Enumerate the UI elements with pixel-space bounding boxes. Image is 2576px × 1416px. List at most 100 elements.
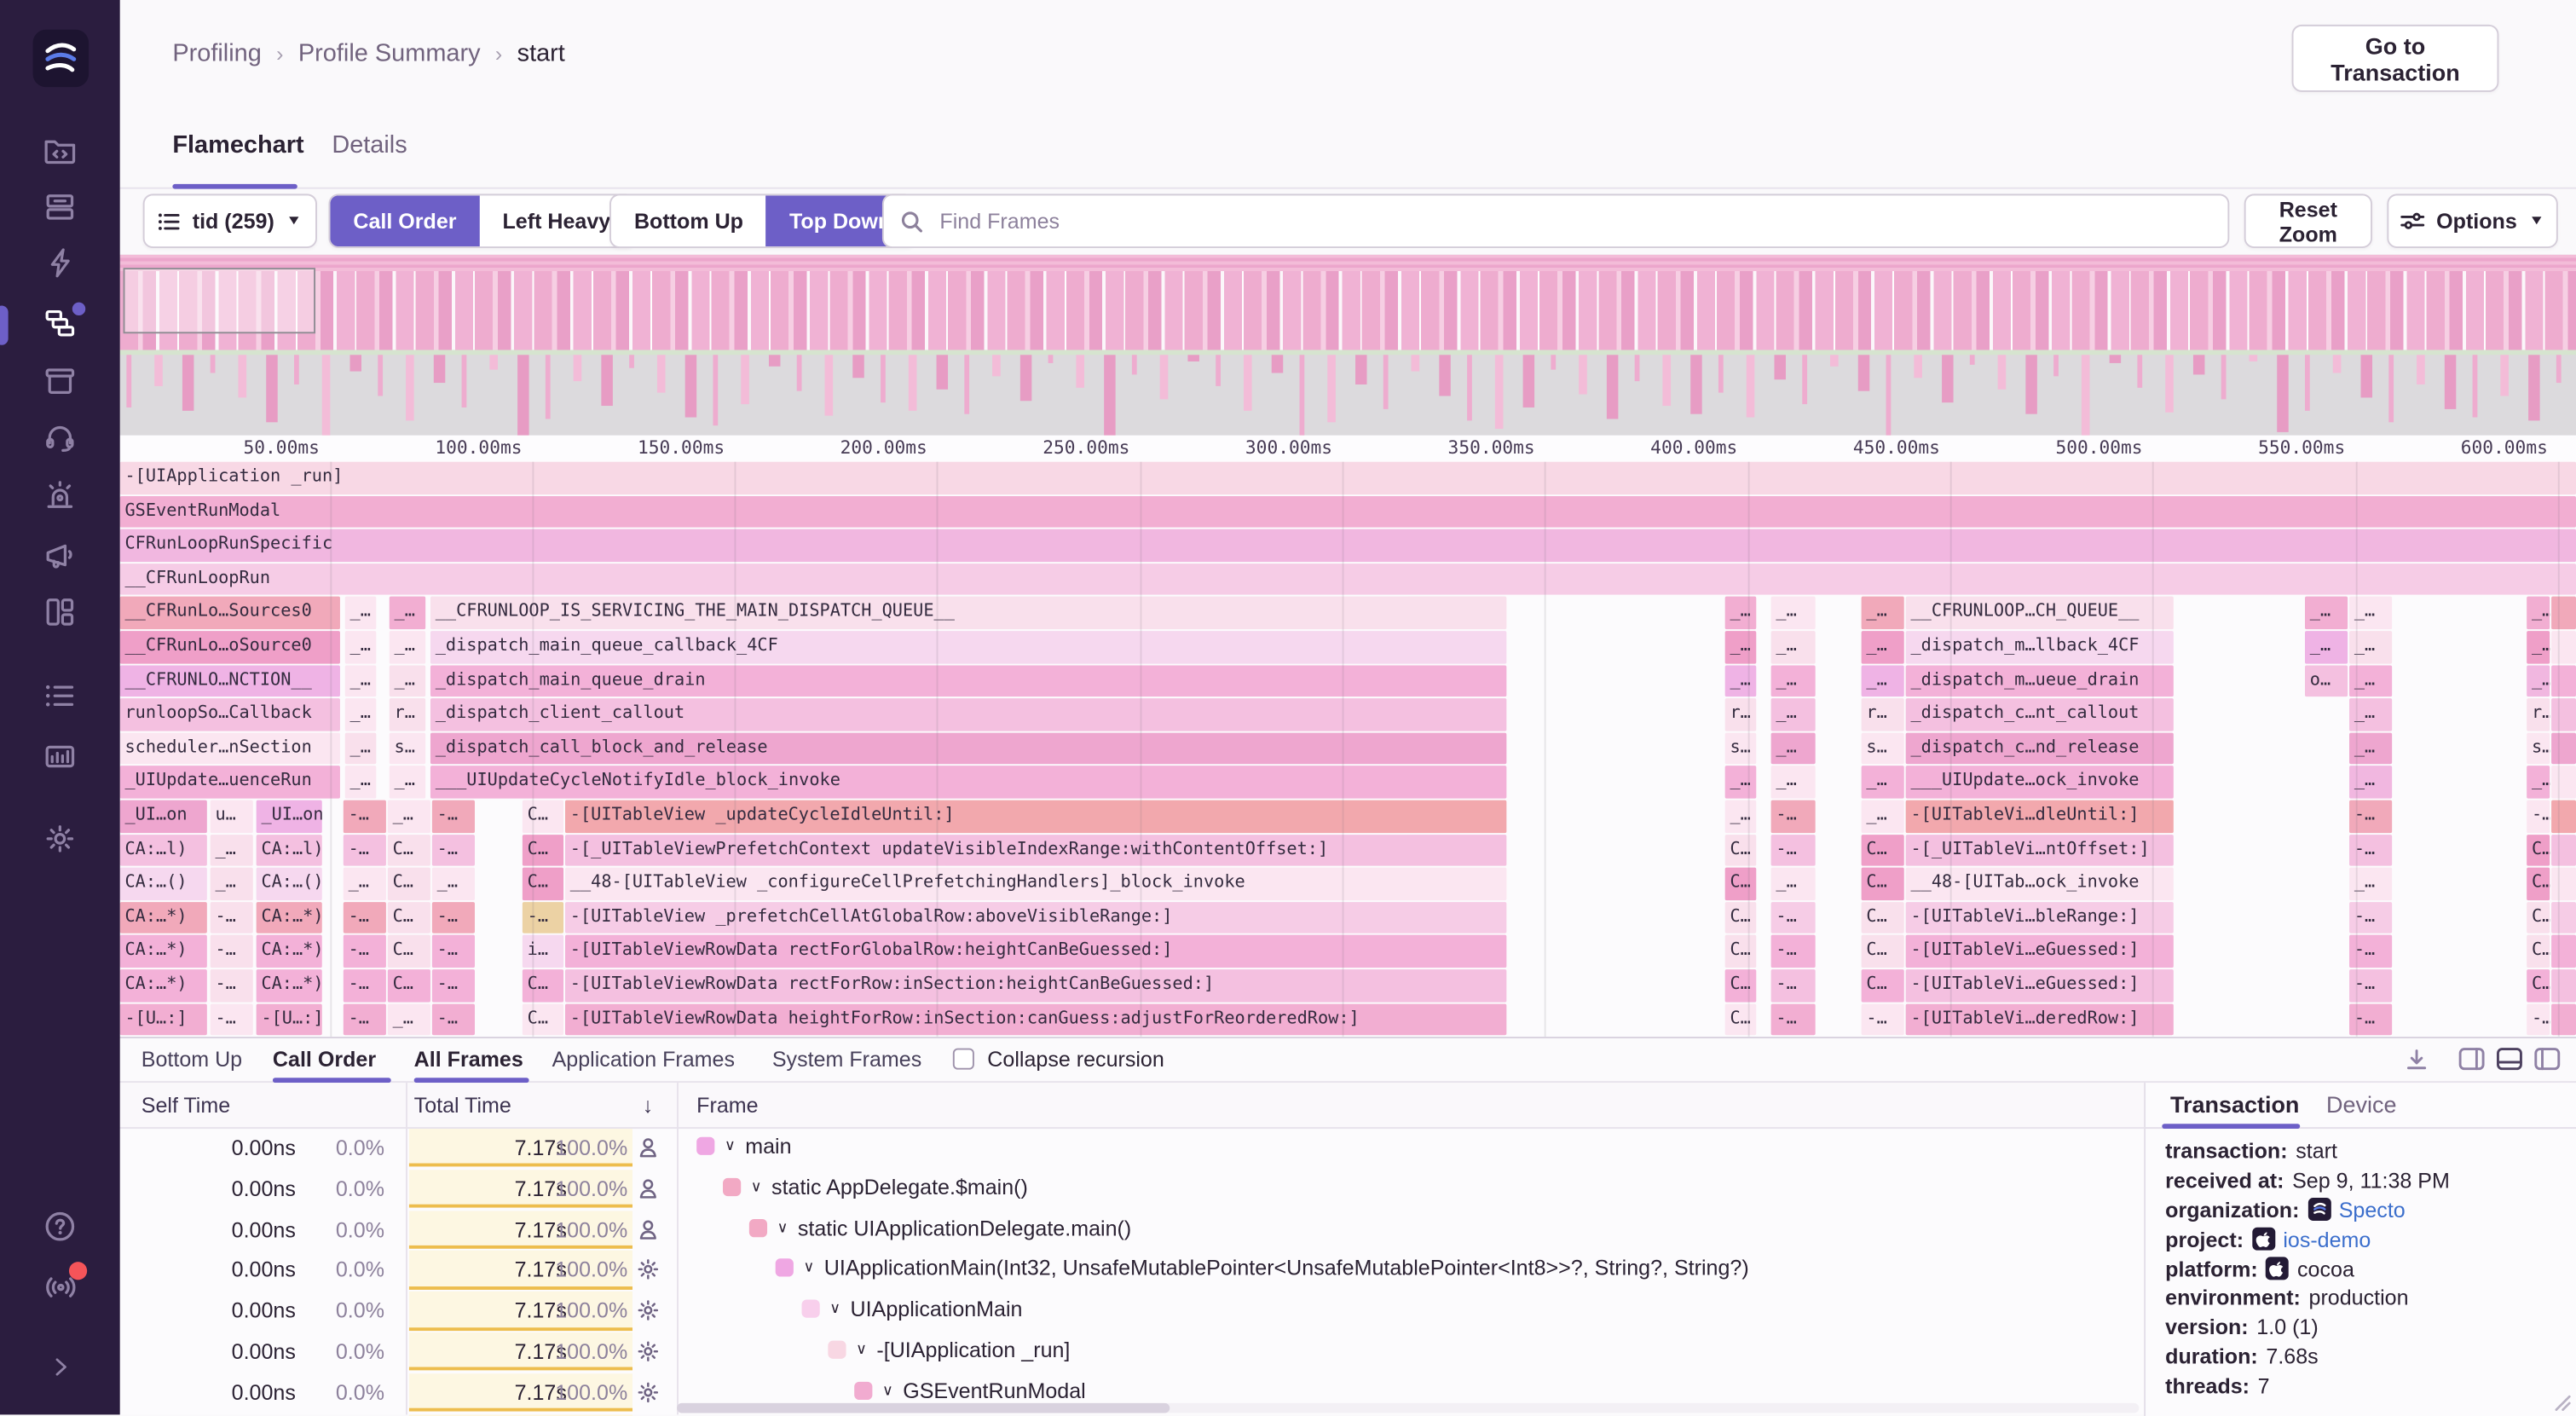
flame-frame[interactable]: -…	[344, 969, 386, 1002]
flame-frame[interactable]	[2551, 665, 2576, 697]
layout-left-button[interactable]	[2533, 1047, 2562, 1080]
flame-frame[interactable]: ___UIUpdate…ock_invoke	[1906, 766, 2174, 799]
reset-zoom-button[interactable]: Reset Zoom	[2244, 194, 2372, 248]
column-self-time[interactable]: Self Time	[142, 1093, 230, 1118]
flame-frame[interactable]: -[U…:]	[257, 1003, 322, 1036]
flame-frame[interactable]: -…	[432, 834, 475, 866]
tab-all-frames[interactable]: All Frames	[414, 1047, 523, 1072]
flame-frame[interactable]: C…	[1725, 868, 1757, 900]
flame-frame[interactable]: C…	[1725, 969, 1757, 1002]
flame-frame[interactable]: C…	[388, 969, 430, 1002]
flame-frame[interactable]	[2551, 969, 2576, 1002]
flame-frame[interactable]: i…	[523, 935, 563, 968]
flame-frame[interactable]: C…	[1862, 935, 1904, 968]
flame-frame[interactable]: C…	[2527, 834, 2550, 866]
flame-frame[interactable]: _…	[1862, 665, 1904, 697]
flame-frame[interactable]: _…	[2527, 631, 2550, 663]
bottom-up-option[interactable]: Bottom Up	[611, 195, 766, 246]
flame-frame[interactable]: C…	[1725, 834, 1757, 866]
tab-bottom-up[interactable]: Bottom Up	[142, 1047, 242, 1072]
sidebar-item-discover[interactable]	[0, 529, 120, 579]
flame-frame[interactable]	[2551, 631, 2576, 663]
tab-transaction[interactable]: Transaction	[2170, 1091, 2299, 1118]
flame-frame[interactable]: -[_UITableVi…ntOffset:]	[1906, 834, 2174, 866]
flame-frame[interactable]	[2551, 834, 2576, 866]
collapse-recursion-checkbox[interactable]	[953, 1049, 974, 1070]
flame-frame[interactable]: -…	[211, 902, 253, 934]
expand-chevron-icon[interactable]: ∨	[882, 1381, 893, 1399]
column-frame[interactable]: Frame	[696, 1093, 758, 1118]
field-value-link[interactable]: ios-demo	[2283, 1227, 2371, 1251]
flame-frame[interactable]: __CFRunLoopRun	[120, 564, 2576, 596]
go-to-transaction-button[interactable]: Go to Transaction	[2292, 25, 2499, 92]
flame-frame[interactable]: _…	[1862, 631, 1904, 663]
expand-chevron-icon[interactable]: ∨	[725, 1137, 736, 1155]
flame-frame[interactable]: scheduler…nSection	[120, 732, 340, 765]
flame-frame[interactable]: _…	[388, 800, 430, 833]
flame-frame[interactable]: -[UITableVi…deredRow:]	[1906, 1003, 2174, 1036]
flame-frame[interactable]: -…	[344, 1003, 386, 1036]
tab-device[interactable]: Device	[2326, 1091, 2396, 1118]
flame-frame[interactable]: __CFRUNLO…NCTION__	[120, 665, 340, 697]
flame-frame[interactable]: CFRunLoopRunSpecific	[120, 529, 2576, 562]
flame-frame[interactable]: _UI…on	[257, 800, 322, 833]
flame-frame[interactable]: -[UITableVi…dleUntil:]	[1906, 800, 2174, 833]
flame-frame[interactable]: -…	[344, 935, 386, 968]
flame-frame[interactable]: s…	[2527, 732, 2550, 765]
frame-name[interactable]: GSEventRunModal	[903, 1378, 1085, 1403]
flame-frame[interactable]: _…	[1771, 665, 1816, 697]
flame-frame[interactable]: -[UITableViewRowData heightForRow:inSect…	[565, 1003, 1506, 1036]
table-row[interactable]: 0.00ns0.0%7.17s100.0%∨UIApplicationMain	[120, 1292, 2144, 1332]
flame-frame[interactable]: _dispatch_client_callout	[430, 698, 1506, 731]
flame-frame[interactable]: _UI…on	[120, 800, 207, 833]
flame-frame[interactable]: __48-[UITableView _configureCellPrefetch…	[565, 868, 1506, 900]
flame-frame[interactable]: s…	[1862, 732, 1904, 765]
sidebar-item-releases[interactable]	[0, 355, 120, 404]
flame-frame[interactable]	[2551, 597, 2576, 629]
sidebar-item-profiling[interactable]	[0, 298, 120, 347]
flame-frame[interactable]: C…	[388, 834, 430, 866]
scrollbar-thumb[interactable]	[677, 1403, 1170, 1413]
table-row[interactable]: 0.00ns0.0%7.17s100.0%∨UIApplicationMain(…	[120, 1251, 2144, 1292]
flame-frame[interactable]: _…	[345, 766, 377, 799]
flame-frame[interactable]: _…	[390, 665, 425, 697]
flame-frame[interactable]: s…	[390, 732, 425, 765]
flamechart[interactable]: -[UIApplication _run]GSEventRunModalCFRu…	[120, 462, 2576, 1037]
flame-frame[interactable]: _…	[1725, 800, 1757, 833]
flame-frame[interactable]	[2551, 1003, 2576, 1036]
field-value-link[interactable]: Specto	[2339, 1198, 2406, 1222]
flame-frame[interactable]: _dispatch_m…llback_4CF	[1906, 631, 2174, 663]
flame-frame[interactable]: _…	[1862, 800, 1904, 833]
flame-frame[interactable]: C…	[388, 902, 430, 934]
flame-frame[interactable]: -…	[344, 902, 386, 934]
flame-frame[interactable]: __CFRunLo…Sources0	[120, 597, 340, 629]
flame-frame[interactable]: C…	[523, 800, 563, 833]
flame-frame[interactable]: C…	[1862, 902, 1904, 934]
flame-frame[interactable]: C…	[2527, 868, 2550, 900]
sidebar-item-whats-new[interactable]	[0, 1260, 120, 1309]
sidebar-item-dashboards[interactable]	[0, 587, 120, 636]
expand-chevron-icon[interactable]: ∨	[856, 1341, 867, 1359]
tab-application-frames[interactable]: Application Frames	[552, 1047, 735, 1072]
flame-frame[interactable]: C…	[2527, 969, 2550, 1002]
flame-frame[interactable]: CA:…*)	[120, 969, 207, 1002]
flame-frame[interactable]: C…	[2527, 935, 2550, 968]
flame-frame[interactable]: -…	[432, 969, 475, 1002]
flame-frame[interactable]: _UIUpdate…uenceRun	[120, 766, 340, 799]
flame-frame[interactable]: C…	[388, 868, 430, 900]
flame-frame[interactable]: -…	[432, 935, 475, 968]
flame-frame[interactable]: -…	[1771, 969, 1816, 1002]
column-total-time[interactable]: Total Time	[414, 1093, 511, 1118]
breadcrumb-profiling[interactable]: Profiling	[172, 39, 261, 67]
flame-frame[interactable]: _…	[2305, 597, 2348, 629]
sidebar-item-alerts[interactable]	[0, 470, 120, 519]
flame-frame[interactable]: -…	[1862, 1003, 1904, 1036]
flame-frame[interactable]: C…	[388, 935, 430, 968]
flame-frame[interactable]: C…	[1725, 935, 1757, 968]
flame-frame[interactable]: _…	[1771, 766, 1816, 799]
flame-frame[interactable]: -[UITableViewRowData rectForGlobalRow:he…	[565, 935, 1506, 968]
flame-frame[interactable]: o…	[2305, 665, 2348, 697]
flame-frame[interactable]: _…	[345, 732, 377, 765]
flame-frame[interactable]: -[UITableVi…eGuessed:]	[1906, 969, 2174, 1002]
export-button[interactable]	[2404, 1047, 2430, 1081]
